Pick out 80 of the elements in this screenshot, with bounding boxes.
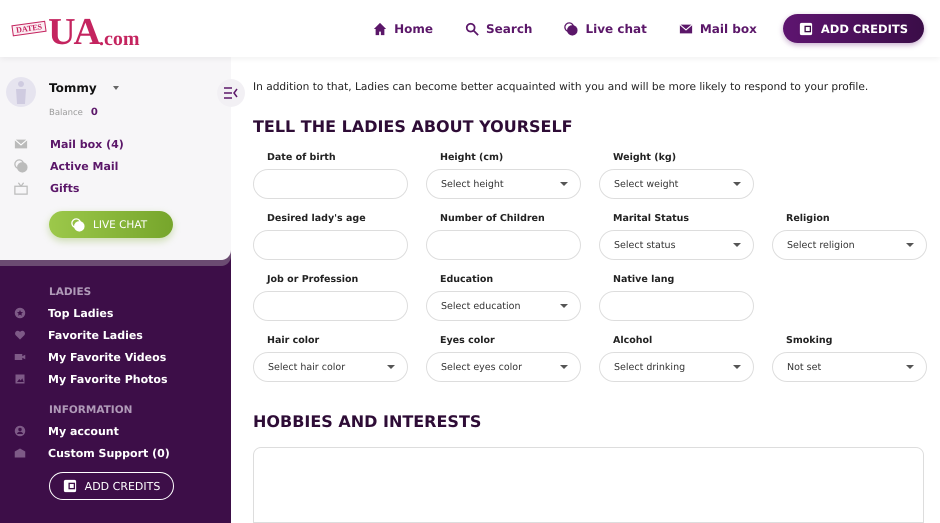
chat-icon	[71, 218, 85, 232]
add-credits-button[interactable]: ADD CREDITS	[49, 472, 174, 500]
sidebar-item[interactable]: My Favorite Videos	[0, 346, 231, 368]
field-label: Date of birth	[266, 152, 337, 164]
nav-link[interactable]: Mail box	[678, 22, 757, 36]
user-menu-link[interactable]: Gifts	[6, 177, 217, 199]
user-menu-link[interactable]: Active Mail	[6, 155, 217, 177]
menu-collapse-icon	[224, 87, 238, 99]
mail-icon	[14, 137, 28, 151]
input-field[interactable]	[599, 291, 754, 321]
caret-icon	[560, 304, 568, 308]
field-label: Education	[439, 274, 494, 286]
balance-label: Balance	[49, 108, 83, 118]
user-icon	[14, 425, 26, 437]
field-label: Eyes color	[439, 335, 496, 347]
input-field[interactable]	[253, 230, 408, 260]
field-label: Weight (kg)	[612, 152, 678, 164]
select-field[interactable]: Select eyes color	[426, 352, 581, 382]
select-field[interactable]: Select weight	[599, 169, 754, 199]
section-title: HOBBIES AND INTERESTS	[253, 412, 482, 431]
user-menu-link[interactable]: Mail box (4)	[6, 133, 217, 155]
chat-icon	[14, 159, 28, 173]
select-field[interactable]: Select height	[426, 169, 581, 199]
user-name[interactable]: Tommy	[49, 81, 97, 95]
nav-link[interactable]: Home	[373, 22, 434, 36]
field-label: Smoking	[785, 335, 834, 347]
intro-text: In addition to that, Ladies can become better acquainted with you and will be more likely to respond to your profile.	[253, 81, 870, 93]
caret-icon[interactable]	[112, 86, 119, 90]
field-label: Hair color	[266, 335, 320, 347]
field-label: Height (cm)	[439, 152, 504, 164]
input-field[interactable]	[426, 230, 581, 260]
nav-link[interactable]: Search	[465, 22, 532, 36]
sidebar-item[interactable]: My Favorite Photos	[0, 368, 231, 390]
balance-value: 0	[90, 107, 98, 118]
select-field[interactable]: Select status	[599, 230, 754, 260]
home-icon	[373, 22, 388, 36]
chat-icon	[564, 22, 578, 36]
heart-icon	[14, 329, 26, 341]
search-icon	[465, 22, 480, 36]
hobbies-textarea[interactable]	[253, 447, 924, 523]
caret-icon	[560, 182, 568, 186]
caret-icon	[733, 182, 741, 186]
input-field[interactable]	[253, 291, 408, 321]
select-field[interactable]: Not set	[772, 352, 927, 382]
sidebar-item[interactable]: Top Ladies	[0, 302, 231, 324]
avatar	[6, 77, 36, 107]
nav-link[interactable]: Live chat	[564, 22, 647, 36]
wallet-icon	[798, 22, 813, 36]
caret-icon	[906, 243, 914, 247]
mail-icon	[678, 22, 693, 36]
field-label: Religion	[785, 213, 831, 225]
video-camera-icon	[14, 351, 26, 363]
caret-icon	[560, 365, 568, 369]
caret-icon	[733, 365, 741, 369]
image-icon	[14, 373, 26, 385]
sidebar-item[interactable]: Favorite Ladies	[0, 324, 231, 346]
section-title: TELL THE LADIES ABOUT YOURSELF	[253, 117, 574, 136]
field-label: Alcohol	[612, 335, 654, 347]
star-icon	[14, 307, 26, 319]
caret-icon	[906, 365, 914, 369]
section-heading: INFORMATION	[49, 404, 134, 416]
select-field[interactable]: Select hair color	[253, 352, 408, 382]
select-field[interactable]: Select religion	[772, 230, 927, 260]
input-field[interactable]	[253, 169, 408, 199]
sidebar-item[interactable]: Custom Support (0)	[0, 442, 231, 464]
sidebar-item[interactable]: My account	[0, 420, 231, 442]
select-field[interactable]: Select education	[426, 291, 581, 321]
field-label: Number of Children	[439, 213, 546, 225]
field-label: Desired lady's age	[266, 213, 367, 225]
menu-toggle-button[interactable]	[217, 79, 245, 107]
field-label: Native lang	[612, 274, 676, 286]
select-field[interactable]: Select drinking	[599, 352, 754, 382]
field-label: Marital Status	[612, 213, 690, 225]
section-heading: LADIES	[49, 286, 92, 298]
caret-icon	[733, 243, 741, 247]
wallet-icon	[62, 479, 77, 493]
site-logo[interactable]: DATES UA.com	[12, 6, 140, 50]
add-credits-button[interactable]: ADD CREDITS	[782, 14, 924, 43]
field-label: Job or Profession	[266, 274, 360, 286]
caret-icon	[387, 365, 395, 369]
